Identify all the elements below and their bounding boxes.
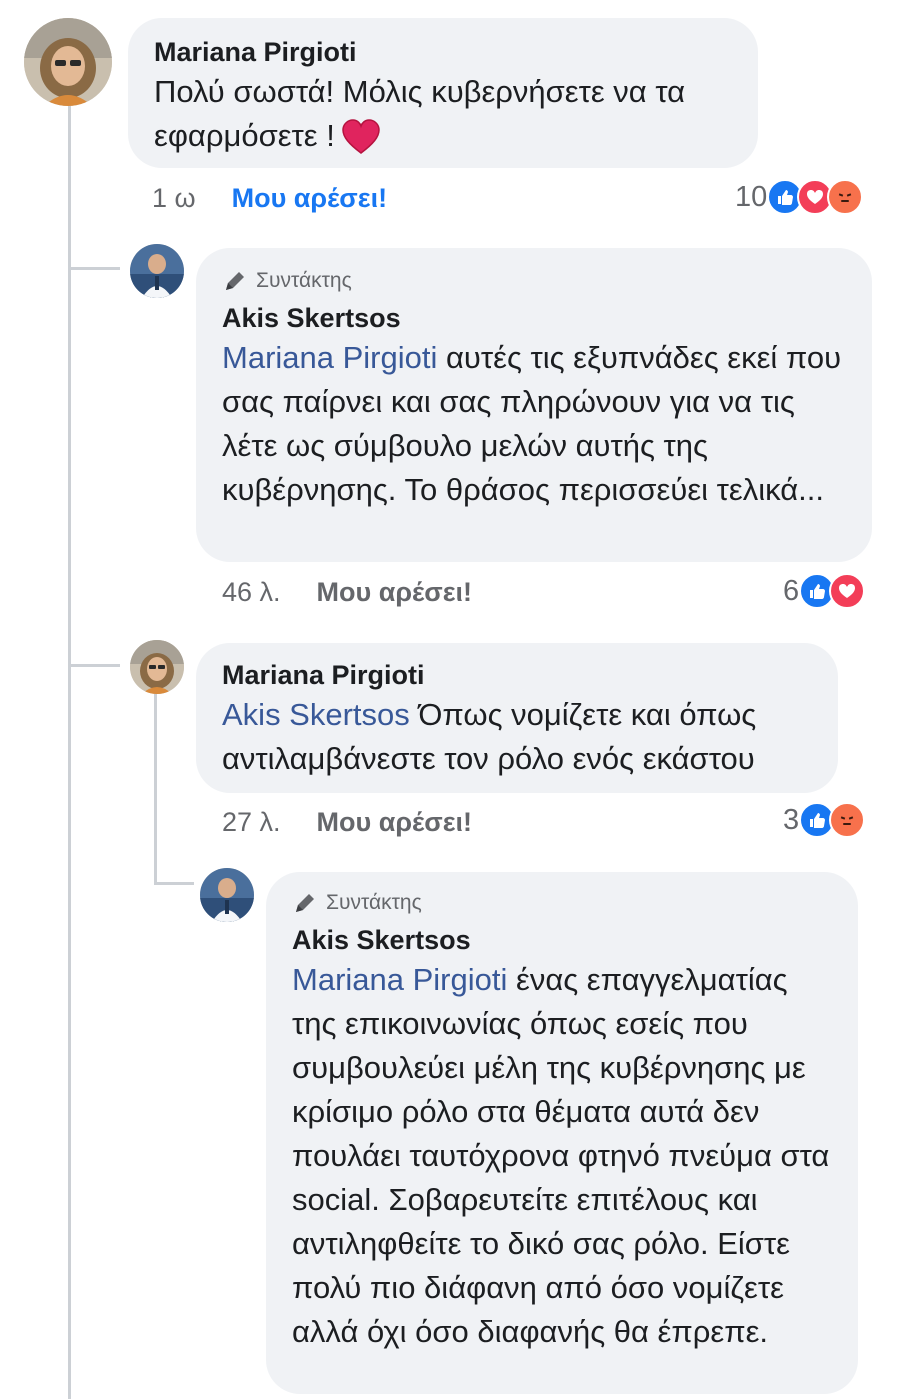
author-badge-label: Συντάκτης: [326, 891, 422, 914]
pen-icon: [226, 272, 244, 290]
comment-author[interactable]: Mariana Pirgioti: [222, 657, 812, 693]
like-button[interactable]: Μου αρέσει!: [317, 807, 472, 838]
comment-author[interactable]: Akis Skertsos: [292, 922, 832, 958]
thread-line-reply: [154, 694, 157, 884]
angry-icon: [827, 179, 864, 215]
reaction-count: 3: [783, 803, 800, 836]
comment-text: Akis Skertsos Όπως νομίζετε και όπως αντ…: [222, 693, 812, 781]
pen-icon: [296, 894, 314, 912]
like-button[interactable]: Μου αρέσει!: [232, 183, 387, 214]
avatar-mariana-image: [24, 18, 112, 106]
comment-time[interactable]: 27 λ.: [222, 807, 281, 838]
avatar-akis-image: [130, 244, 184, 298]
author-badge: Συντάκτης: [222, 266, 846, 296]
comment-bubble-4: Συντάκτης Akis Skertsos Mariana Pirgioti…: [266, 872, 858, 1394]
reactions-1[interactable]: 10: [735, 177, 864, 217]
thread-line-main: [68, 104, 71, 1399]
avatar-akis[interactable]: [130, 244, 184, 298]
thread-connector-2: [68, 664, 120, 667]
comment-text-content: Πολύ σωστά! Μόλις κυβερνήσετε να τα εφαρ…: [154, 74, 686, 153]
author-badge-label: Συντάκτης: [256, 269, 352, 292]
comment-meta-1: 1 ω Μου αρέσει!: [152, 180, 387, 216]
comment-time[interactable]: 46 λ.: [222, 577, 281, 608]
reactions-3[interactable]: 3: [783, 800, 866, 840]
comment-text: Mariana Pirgioti ένας επαγγελματίας της …: [292, 958, 832, 1354]
like-button[interactable]: Μου αρέσει!: [317, 577, 472, 608]
author-badge: Συντάκτης: [292, 888, 832, 918]
comment-bubble-1: Mariana Pirgioti Πολύ σωστά! Μόλις κυβερ…: [128, 18, 758, 168]
comment-text: Πολύ σωστά! Μόλις κυβερνήσετε να τα εφαρ…: [154, 70, 732, 158]
thread-connector-1: [68, 267, 120, 270]
love-icon: [829, 573, 866, 609]
comment-meta-2: 46 λ. Μου αρέσει!: [222, 574, 472, 610]
mention-link[interactable]: Mariana Pirgioti: [222, 340, 437, 375]
comment-text-content: ένας επαγγελματίας της επικοινωνίας όπως…: [292, 962, 830, 1349]
reactions-2[interactable]: 6: [783, 571, 866, 611]
comment-author[interactable]: Mariana Pirgioti: [154, 34, 732, 70]
thread-connector-3: [154, 882, 194, 885]
comment-meta-3: 27 λ. Μου αρέσει!: [222, 804, 472, 840]
comment-text: Mariana Pirgioti αυτές τις εξυπνάδες εκε…: [222, 336, 846, 512]
angry-icon: [829, 802, 866, 838]
reaction-count: 10: [735, 180, 768, 213]
avatar-akis[interactable]: [200, 868, 254, 922]
mention-link[interactable]: Akis Skertsos: [222, 697, 410, 732]
avatar-mariana[interactable]: [130, 640, 184, 694]
red-heart-emoji-icon: [342, 119, 380, 154]
comment-time[interactable]: 1 ω: [152, 183, 196, 214]
comment-bubble-3: Mariana Pirgioti Akis Skertsos Όπως νομί…: [196, 643, 838, 793]
mention-link[interactable]: Mariana Pirgioti: [292, 962, 507, 997]
reaction-count: 6: [783, 574, 800, 607]
avatar-mariana[interactable]: [24, 18, 112, 106]
avatar-mariana-image: [130, 640, 184, 694]
comment-bubble-2: Συντάκτης Akis Skertsos Mariana Pirgioti…: [196, 248, 872, 562]
comment-author[interactable]: Akis Skertsos: [222, 300, 846, 336]
avatar-akis-image: [200, 868, 254, 922]
